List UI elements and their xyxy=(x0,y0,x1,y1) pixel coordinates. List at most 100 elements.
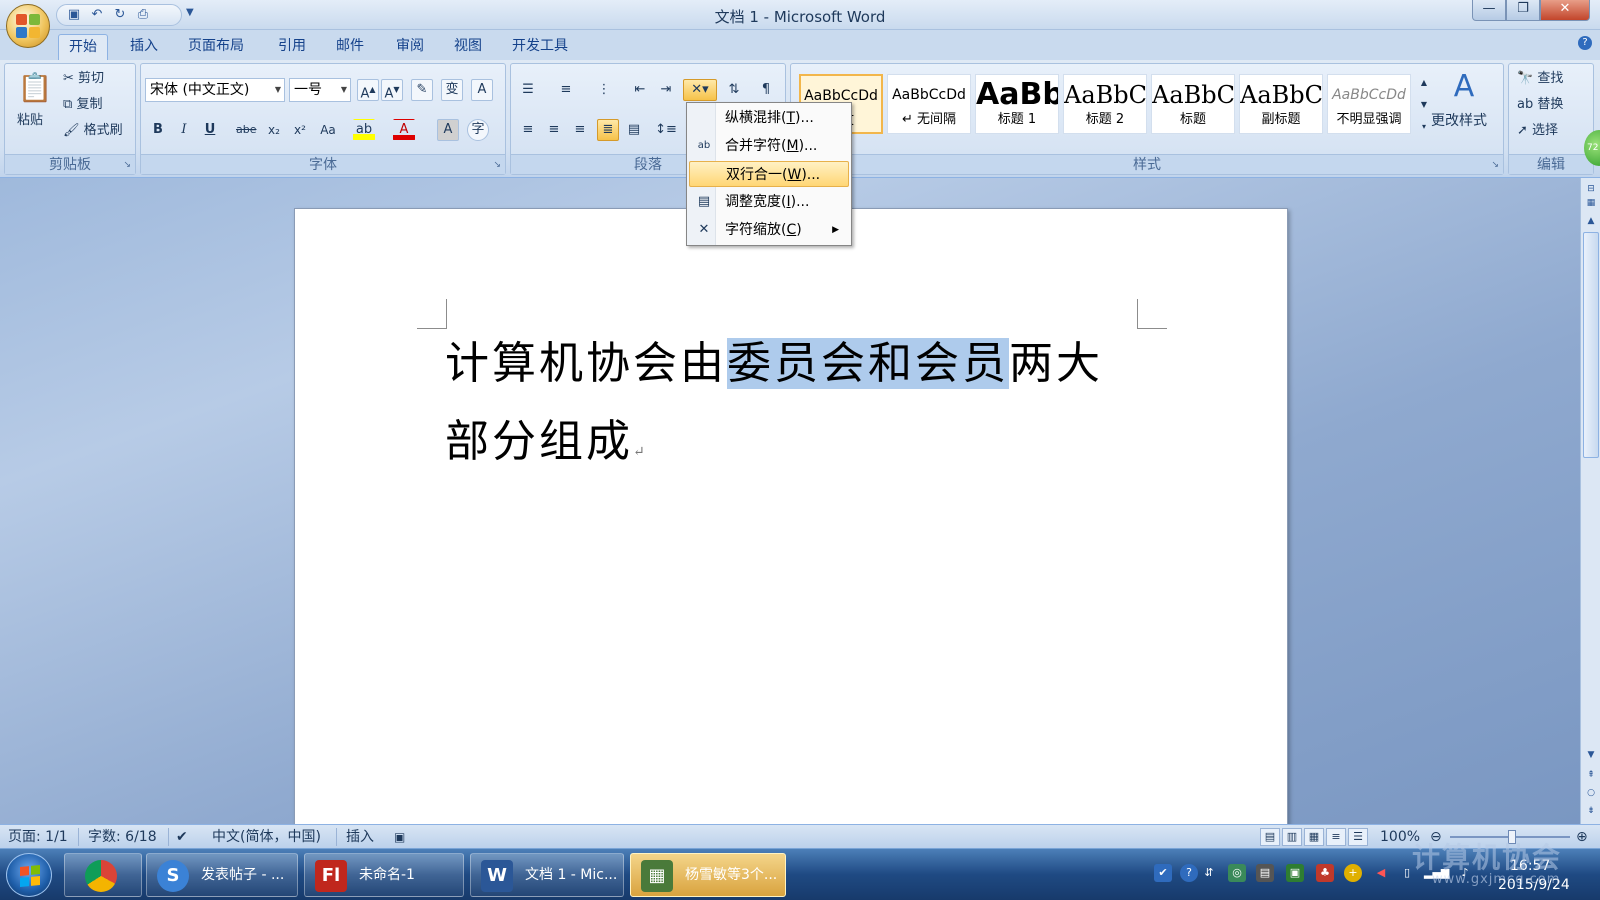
dialog-launcher-icon[interactable]: ↘ xyxy=(123,160,131,170)
change-styles-icon[interactable]: A xyxy=(1447,70,1481,104)
style-heading-2[interactable]: AaBbC 标题 2 xyxy=(1063,74,1147,134)
style-subtle-emphasis[interactable]: AaBbCcDd 不明显强调 xyxy=(1327,74,1411,134)
outline-view-icon[interactable]: ≡ xyxy=(1326,828,1346,846)
char-shading-icon[interactable]: A xyxy=(437,119,459,141)
browse-object-icon[interactable]: ○ xyxy=(1583,786,1599,800)
grow-font-icon[interactable]: A▲ xyxy=(357,79,379,101)
volume-icon[interactable]: ◀ xyxy=(1372,864,1390,882)
office-button[interactable] xyxy=(6,4,50,48)
select-button[interactable]: ➚ 选择 xyxy=(1517,120,1558,142)
zoom-level[interactable]: 100% xyxy=(1380,825,1420,849)
menu-item-two-lines-in-one[interactable]: 双行合一(W)... xyxy=(689,161,849,187)
menu-item-vertical-horizontal[interactable]: 纵横混排(T)... xyxy=(689,105,849,131)
zoom-in-icon[interactable]: ⊕ xyxy=(1576,825,1588,849)
menu-item-char-scaling[interactable]: ✕ 字符缩放(C) ▶ xyxy=(689,217,849,243)
taskbar-item-post[interactable]: S 发表帖子 - ... xyxy=(146,853,298,897)
minimize-button[interactable]: — xyxy=(1472,0,1506,21)
increase-indent-icon[interactable]: ⇥ xyxy=(655,79,677,101)
scroll-down-icon[interactable]: ▼ xyxy=(1583,748,1599,762)
sort-icon[interactable]: ⇅ xyxy=(723,79,745,101)
paste-icon[interactable]: 📋 xyxy=(15,68,55,108)
speaker-icon[interactable]: ♪ xyxy=(1456,864,1474,882)
char-border-icon[interactable]: A xyxy=(471,79,493,101)
tab-review[interactable]: 审阅 xyxy=(386,34,434,60)
dialog-launcher-icon[interactable]: ↘ xyxy=(493,160,501,170)
vertical-scrollbar[interactable]: ⊟ ▦ ▲ ▼ ⇞ ○ ⇟ xyxy=(1580,178,1600,824)
page-count[interactable]: 页面: 1/1 xyxy=(8,825,68,849)
draft-view-icon[interactable]: ☰ xyxy=(1348,828,1368,846)
style-no-spacing[interactable]: AaBbCcDd ↵ 无间隔 xyxy=(887,74,971,134)
style-subtitle[interactable]: AaBbC 副标题 xyxy=(1239,74,1323,134)
clear-format-icon[interactable]: ✎ xyxy=(411,79,433,101)
ruler-icon[interactable]: ▦ xyxy=(1583,196,1599,210)
phonetic-guide-icon[interactable]: 变 xyxy=(441,79,463,101)
align-center-icon[interactable]: ≡ xyxy=(543,119,565,141)
ruler-toggle-icon[interactable]: ⊟ xyxy=(1583,182,1599,196)
styles-scroll-down-icon[interactable]: ▼ xyxy=(1417,94,1431,114)
justify-icon[interactable]: ≣ xyxy=(597,119,619,141)
tab-page-layout[interactable]: 页面布局 xyxy=(178,34,254,60)
tab-developer[interactable]: 开发工具 xyxy=(502,34,578,60)
shrink-font-icon[interactable]: A▼ xyxy=(381,79,403,101)
prev-page-icon[interactable]: ⇞ xyxy=(1583,768,1599,782)
chrome-taskbar-button[interactable] xyxy=(64,853,142,897)
scroll-thumb[interactable] xyxy=(1583,232,1599,458)
word-count[interactable]: 字数: 6/18 xyxy=(88,825,157,849)
format-painter-button[interactable]: 🖌 格式刷 xyxy=(63,120,123,142)
strikethrough-icon[interactable]: abe xyxy=(235,119,257,141)
network-app-icon[interactable]: ◎ xyxy=(1228,864,1246,882)
start-button[interactable] xyxy=(6,853,52,897)
proofing-icon[interactable]: ✔ xyxy=(176,825,188,849)
qq-icon[interactable]: ♣ xyxy=(1316,864,1334,882)
show-marks-icon[interactable]: ¶ xyxy=(755,79,777,101)
bold-icon[interactable]: B xyxy=(147,119,169,141)
plus-app-icon[interactable]: + xyxy=(1344,864,1362,882)
language-indicator[interactable]: 中文(简体，中国) xyxy=(212,825,321,849)
cut-button[interactable]: ✂ 剪切 xyxy=(63,68,104,90)
tab-mailings[interactable]: 邮件 xyxy=(326,34,374,60)
styles-scroll-up-icon[interactable]: ▲ xyxy=(1417,72,1431,92)
selected-text[interactable]: 委员会和会员 xyxy=(727,338,1009,389)
taskbar-item-flash[interactable]: Fl 未命名-1 xyxy=(304,853,464,897)
tab-references[interactable]: 引用 xyxy=(268,34,316,60)
replace-button[interactable]: ab 替换 xyxy=(1517,94,1563,116)
macro-record-icon[interactable]: ▣ xyxy=(394,825,405,849)
clock-time[interactable]: 16:57 xyxy=(1510,858,1550,874)
maximize-button[interactable]: ❐ xyxy=(1506,0,1540,21)
nvidia-icon[interactable]: ▣ xyxy=(1286,864,1304,882)
tab-insert[interactable]: 插入 xyxy=(120,34,168,60)
taskbar-item-word[interactable]: W 文档 1 - Mic... xyxy=(470,853,624,897)
expand-tray-icon[interactable]: ⇵ xyxy=(1200,864,1218,882)
help-icon[interactable]: ? xyxy=(1578,36,1592,50)
document-body[interactable]: 计算机协会由委员会和会员两大部分组成↵ xyxy=(445,325,1145,491)
dialog-launcher-icon[interactable]: ↘ xyxy=(1491,160,1499,170)
align-left-icon[interactable]: ≡ xyxy=(517,119,539,141)
reading-layout-icon[interactable]: ▥ xyxy=(1282,828,1302,846)
change-styles-button[interactable]: 更改样式 xyxy=(1431,110,1487,132)
menu-item-fit-text[interactable]: ▤ 调整宽度(I)... xyxy=(689,189,849,215)
paste-button[interactable]: 粘贴 xyxy=(17,110,43,132)
highlight-icon[interactable]: ab xyxy=(353,119,375,141)
style-title[interactable]: AaBbC 标题 xyxy=(1151,74,1235,134)
menu-item-combine-chars[interactable]: ab 合并字符(M)... xyxy=(689,133,849,159)
font-name-combo[interactable]: 宋体 (中文正文) ▼ xyxy=(145,78,285,102)
distributed-icon[interactable]: ▤ xyxy=(623,119,645,141)
zoom-thumb[interactable] xyxy=(1508,830,1516,844)
change-case-icon[interactable]: Aa xyxy=(317,119,339,141)
copy-button[interactable]: ⧉ 复制 xyxy=(63,94,102,116)
decrease-indent-icon[interactable]: ⇤ xyxy=(629,79,651,101)
style-heading-1[interactable]: AaBb 标题 1 xyxy=(975,74,1059,134)
italic-icon[interactable]: I xyxy=(173,119,195,141)
font-size-combo[interactable]: 一号 ▼ xyxy=(289,78,351,102)
multilevel-list-icon[interactable]: ⋮ xyxy=(593,79,615,101)
tab-home[interactable]: 开始 xyxy=(58,34,108,60)
subscript-icon[interactable]: x₂ xyxy=(263,119,285,141)
numbering-icon[interactable]: ≡ xyxy=(555,79,577,101)
line-spacing-icon[interactable]: ↕≡ xyxy=(651,119,681,141)
next-page-icon[interactable]: ⇟ xyxy=(1583,804,1599,818)
print-layout-icon[interactable]: ▤ xyxy=(1260,828,1280,846)
asian-layout-icon[interactable]: ✕▾ xyxy=(683,79,717,101)
zoom-out-icon[interactable]: ⊖ xyxy=(1430,825,1442,849)
font-color-icon[interactable]: A xyxy=(393,119,415,141)
superscript-icon[interactable]: x² xyxy=(289,119,311,141)
